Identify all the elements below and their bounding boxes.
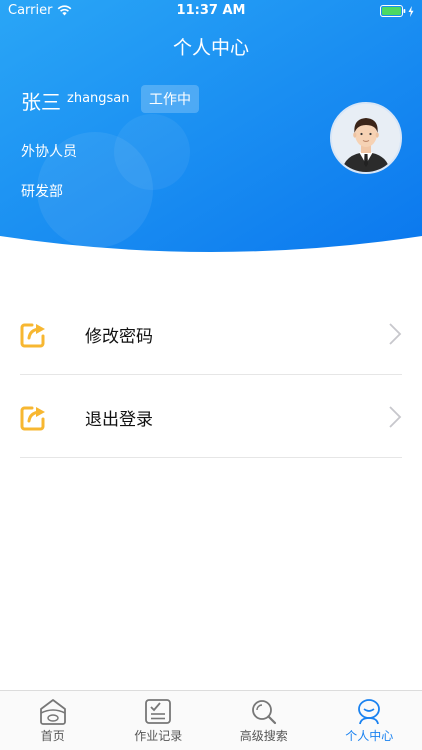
tab-profile[interactable]: 个人中心 bbox=[317, 691, 422, 750]
tab-label: 首页 bbox=[40, 729, 65, 743]
user-department: 研发部 bbox=[21, 184, 63, 200]
search-icon bbox=[251, 700, 276, 725]
tab-label: 作业记录 bbox=[134, 729, 183, 743]
tab-advanced-search[interactable]: 高级搜索 bbox=[211, 691, 317, 750]
menu-item-change-password[interactable]: 修改密码 bbox=[20, 292, 402, 375]
avatar[interactable] bbox=[330, 102, 402, 174]
user-avatar-icon bbox=[332, 104, 400, 172]
page-title: 个人中心 bbox=[172, 37, 249, 59]
user-name: 张三 bbox=[21, 90, 61, 114]
settings-menu: 修改密码 退出登录 bbox=[20, 292, 402, 458]
battery-icon bbox=[380, 5, 406, 17]
tab-label: 高级搜索 bbox=[239, 729, 288, 743]
menu-item-label: 修改密码 bbox=[85, 327, 153, 347]
checklist-icon bbox=[145, 699, 172, 724]
battery-indicator bbox=[380, 5, 414, 17]
tab-work-records[interactable]: 作业记录 bbox=[106, 691, 212, 750]
status-bar: Carrier 11:37 AM bbox=[0, 0, 422, 22]
menu-item-logout[interactable]: 退出登录 bbox=[20, 375, 402, 458]
tab-label: 个人中心 bbox=[345, 729, 394, 743]
edit-icon bbox=[20, 406, 45, 431]
status-badge: 工作中 bbox=[141, 85, 199, 113]
status-time: 11:37 AM bbox=[176, 3, 246, 18]
user-account: zhangsan bbox=[67, 91, 130, 106]
menu-item-label: 退出登录 bbox=[85, 410, 153, 430]
tab-bar: 首页 作业记录 高级搜索 个人中心 bbox=[0, 690, 422, 750]
tab-home[interactable]: 首页 bbox=[0, 691, 106, 750]
charging-icon bbox=[408, 5, 414, 17]
chevron-right-icon bbox=[389, 406, 402, 428]
user-role: 外协人员 bbox=[21, 144, 77, 160]
home-icon bbox=[39, 699, 66, 725]
person-icon bbox=[358, 699, 381, 725]
profile-header: Carrier 11:37 AM 个人中心 张三 zhangsan 工作中 外协… bbox=[0, 0, 422, 258]
chevron-right-icon bbox=[389, 323, 402, 345]
edit-icon bbox=[20, 323, 45, 348]
